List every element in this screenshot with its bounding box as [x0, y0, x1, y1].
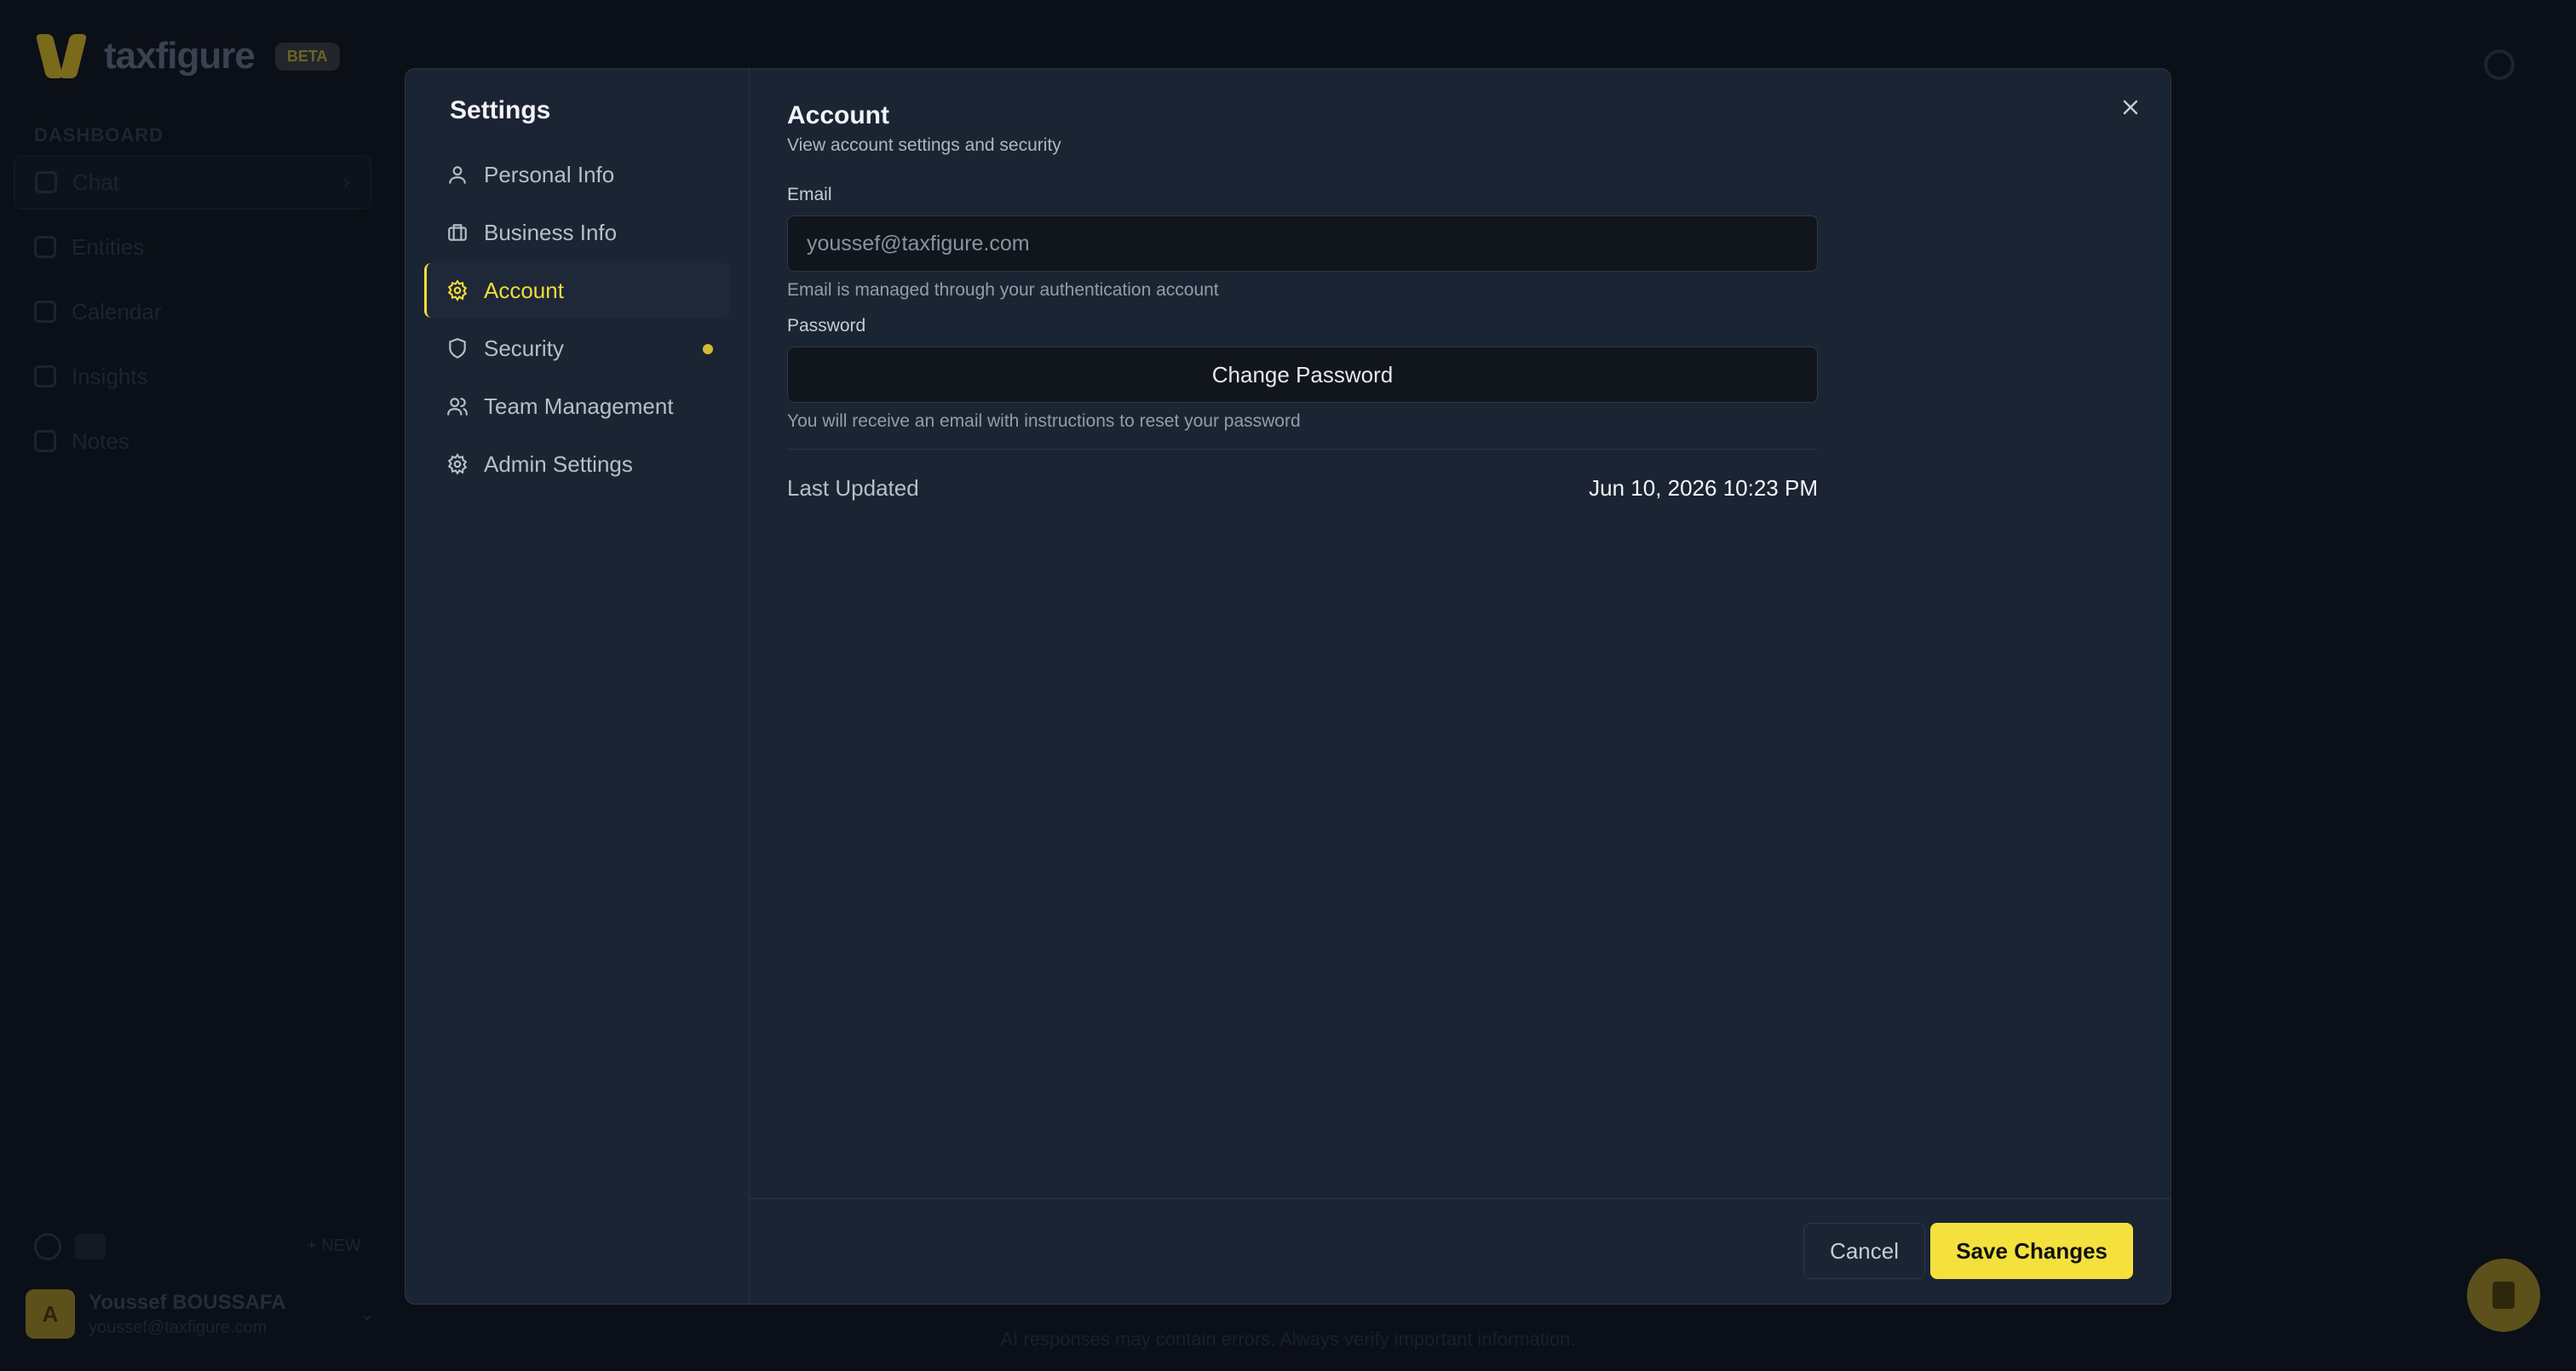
settings-gear-icon[interactable]	[2484, 49, 2515, 80]
logo: taxfigure BETA	[34, 29, 340, 83]
search-icon[interactable]	[34, 1233, 61, 1260]
nav-item-label: Calendar	[72, 298, 162, 324]
logo-text: taxfigure	[104, 35, 256, 77]
gear-icon	[447, 453, 468, 475]
chat-icon	[35, 171, 57, 193]
shortcut-chip[interactable]	[75, 1234, 106, 1259]
modal-footer: Cancel Save Changes	[750, 1198, 2171, 1304]
page-subtitle: View account settings and security	[787, 135, 1061, 155]
sidebar-tools	[34, 1233, 106, 1260]
nav-item-insights[interactable]: Insights	[14, 349, 371, 404]
calendar-icon	[34, 301, 56, 323]
nav-item-label: Notes	[72, 427, 129, 454]
settings-modal: Settings Personal Info Business Info Acc…	[405, 68, 2171, 1305]
beta-badge: BETA	[274, 42, 340, 71]
settings-tab-label: Admin Settings	[484, 450, 633, 477]
close-icon	[2123, 100, 2138, 115]
settings-title: Settings	[450, 96, 551, 124]
nav-item-calendar[interactable]: Calendar	[14, 284, 371, 339]
user-name: Youssef BOUSSAFA	[89, 1290, 286, 1314]
chevron-down-icon: ⌄	[359, 1303, 375, 1324]
settings-content: Account View account settings and securi…	[750, 69, 2171, 1304]
notification-dot	[703, 344, 713, 354]
taxfigure-logo-icon	[34, 29, 92, 83]
nav-item-label: Entities	[72, 233, 145, 260]
email-help-text: Email is managed through your authentica…	[787, 280, 1219, 300]
shield-icon	[449, 338, 466, 359]
cancel-button[interactable]: Cancel	[1803, 1223, 1925, 1279]
last-updated-value: Jun 10, 2026 10:23 PM	[1589, 475, 1818, 501]
new-chat-button[interactable]: + NEW	[307, 1236, 361, 1256]
settings-sidebar: Settings Personal Info Business Info Acc…	[405, 69, 750, 1304]
email-label: Email	[787, 185, 832, 204]
users-icon	[447, 398, 468, 416]
account-panel: Account View account settings and securi…	[787, 101, 1818, 502]
settings-tab-label: Personal Info	[484, 161, 615, 187]
password-label: Password	[787, 316, 866, 336]
settings-tab-label: Business Info	[484, 219, 618, 245]
nav-item-label: Chat	[72, 169, 119, 195]
briefcase-icon	[448, 224, 467, 241]
lightbulb-icon	[34, 365, 56, 387]
settings-tab-personal-info[interactable]: Personal Info	[424, 147, 730, 202]
app-nav: Chat › Entities Calendar Insights Notes	[14, 155, 371, 479]
nav-item-entities[interactable]: Entities	[14, 220, 371, 274]
notes-icon	[34, 430, 56, 452]
settings-tab-business-info[interactable]: Business Info	[424, 205, 730, 260]
page-title: Account	[787, 101, 889, 129]
settings-tab-label: Security	[484, 335, 564, 361]
ai-disclaimer: AI responses may contain errors. Always …	[1000, 1328, 1576, 1350]
nav-item-label: Insights	[72, 363, 148, 389]
nav-item-chat[interactable]: Chat ›	[14, 155, 371, 209]
settings-tab-account[interactable]: Account	[424, 263, 730, 318]
settings-tab-security[interactable]: Security	[424, 321, 730, 376]
app-sidebar: taxfigure BETA DASHBOARD Chat › Entities…	[0, 0, 392, 1371]
user-icon	[449, 166, 466, 184]
chevron-right-icon: ›	[343, 170, 350, 193]
settings-tab-admin-settings[interactable]: Admin Settings	[424, 437, 730, 491]
database-icon	[34, 236, 56, 258]
save-button[interactable]: Save Changes	[1930, 1223, 2133, 1279]
gear-icon	[447, 279, 468, 301]
dashboard-section-label: DASHBOARD	[34, 124, 164, 146]
nav-item-notes[interactable]: Notes	[14, 414, 371, 468]
notes-fab-button[interactable]	[2467, 1259, 2540, 1332]
change-password-button[interactable]: Change Password	[787, 347, 1818, 403]
settings-tab-label: Account	[484, 277, 564, 303]
email-field[interactable]	[787, 215, 1818, 272]
close-button[interactable]	[2116, 93, 2145, 122]
last-updated-label: Last Updated	[787, 475, 919, 501]
last-updated-row: Last Updated Jun 10, 2026 10:23 PM	[787, 475, 1818, 502]
divider	[787, 449, 1818, 450]
password-help-text: You will receive an email with instructi…	[787, 411, 1301, 431]
settings-tab-label: Team Management	[484, 393, 674, 419]
clipboard-icon	[2493, 1282, 2515, 1309]
settings-tab-team-management[interactable]: Team Management	[424, 379, 730, 433]
